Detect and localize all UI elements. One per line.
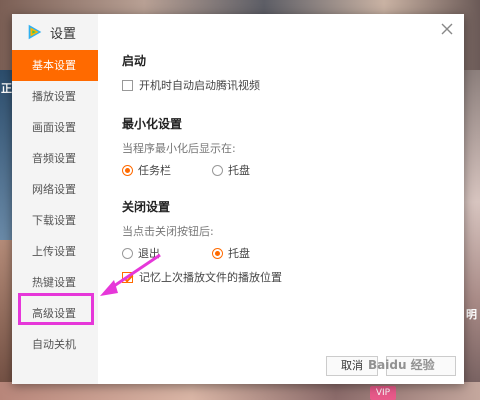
radio-label: 托盘 <box>228 164 250 177</box>
settings-dialog: 设置 基本设置 播放设置 画面设置 音频设置 网络设置 下载设置 上传设置 热键… <box>12 14 464 384</box>
sidebar-header: 设置 <box>12 14 98 50</box>
sidebar-item-picture[interactable]: 画面设置 <box>12 112 98 143</box>
radio-button[interactable] <box>212 247 223 259</box>
radio-button[interactable] <box>122 247 133 259</box>
vip-badge: VIP <box>370 386 396 400</box>
remember-position-checkbox[interactable] <box>122 271 133 283</box>
close-hint: 当点击关闭按钮后: <box>122 225 214 238</box>
radio-button[interactable] <box>122 164 133 176</box>
radio-label: 托盘 <box>228 247 250 260</box>
auto-start-row[interactable]: 开机时自动启动腾讯视频 <box>122 77 454 93</box>
confirm-button[interactable] <box>386 356 456 376</box>
background-text: 正 <box>1 82 12 95</box>
sidebar-item-upload[interactable]: 上传设置 <box>12 236 98 267</box>
sidebar-item-network[interactable]: 网络设置 <box>12 174 98 205</box>
background-thumbnail <box>463 70 480 400</box>
sidebar-item-basic[interactable]: 基本设置 <box>12 50 98 81</box>
minimize-option-tray[interactable]: 托盘 <box>212 162 250 178</box>
cancel-button[interactable]: 取消 <box>326 356 378 376</box>
sidebar-item-auto-shutdown[interactable]: 自动关机 <box>12 329 98 360</box>
radio-label: 退出 <box>138 247 160 260</box>
close-option-exit[interactable]: 退出 <box>122 245 212 261</box>
sidebar-item-hotkey[interactable]: 热键设置 <box>12 267 98 298</box>
tencent-video-logo-icon <box>28 24 42 40</box>
remember-position-row[interactable]: 记忆上次播放文件的播放位置 <box>122 269 454 285</box>
startup-section-title: 启动 <box>122 54 147 68</box>
background-text: 明 <box>466 308 477 321</box>
radio-label: 任务栏 <box>138 164 171 177</box>
settings-content: 启动 开机时自动启动腾讯视频 最小化设置 当程序最小化后显示在: 任务栏 托盘 … <box>122 52 454 293</box>
minimize-option-taskbar[interactable]: 任务栏 <box>122 162 212 178</box>
dialog-title: 设置 <box>50 26 77 42</box>
minimize-section-title: 最小化设置 <box>122 117 183 131</box>
sidebar-item-advanced[interactable]: 高级设置 <box>12 298 98 329</box>
auto-start-label: 开机时自动启动腾讯视频 <box>139 79 260 92</box>
remember-position-label: 记忆上次播放文件的播放位置 <box>139 271 282 284</box>
close-icon[interactable] <box>438 20 456 38</box>
minimize-hint: 当程序最小化后显示在: <box>122 142 236 155</box>
close-radio-group: 退出 托盘 <box>122 245 454 261</box>
close-option-tray[interactable]: 托盘 <box>212 245 250 261</box>
auto-start-checkbox[interactable] <box>122 79 133 91</box>
background-thumbnail <box>0 382 480 400</box>
radio-button[interactable] <box>212 164 223 176</box>
settings-sidebar: 设置 基本设置 播放设置 画面设置 音频设置 网络设置 下载设置 上传设置 热键… <box>12 14 98 384</box>
sidebar-item-playback[interactable]: 播放设置 <box>12 81 98 112</box>
minimize-radio-group: 任务栏 托盘 <box>122 162 454 178</box>
sidebar-item-download[interactable]: 下载设置 <box>12 205 98 236</box>
sidebar-item-audio[interactable]: 音频设置 <box>12 143 98 174</box>
close-section-title: 关闭设置 <box>122 200 171 214</box>
